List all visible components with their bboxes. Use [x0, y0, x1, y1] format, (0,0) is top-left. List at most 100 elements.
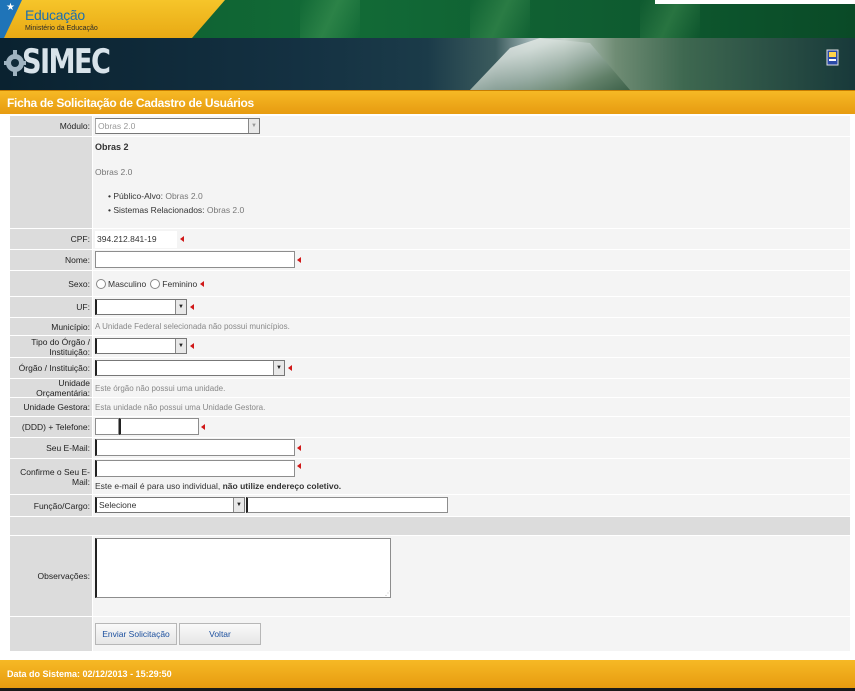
publico-alvo-item: • Público-Alvo: Obras 2.0 — [108, 191, 203, 201]
header-landscape — [470, 38, 630, 90]
observacoes-textarea[interactable] — [95, 538, 391, 598]
email-note: Este e-mail é para uso individual, não u… — [95, 481, 341, 491]
star-icon: ★ — [6, 2, 15, 13]
modulo-row: Módulo: Obras 2.0 ▼ — [10, 116, 850, 136]
cpf-cell: 394.212.841-19 — [93, 229, 850, 249]
required-icon — [180, 236, 184, 242]
confirm-email-input[interactable] — [95, 460, 295, 477]
tipo-orgao-cell: ▼ — [93, 336, 850, 357]
telefone-input[interactable] — [119, 418, 199, 435]
unidade-orcamentaria-cell: Este órgão não possui uma unidade. — [93, 379, 850, 397]
funcao-row: Função/Cargo: Selecione ▼ — [10, 495, 850, 516]
back-button[interactable]: Voltar — [179, 623, 261, 645]
telefone-row: (DDD) + Telefone: — [10, 417, 850, 437]
modulo-label: Módulo: — [10, 116, 92, 136]
required-icon — [297, 463, 301, 469]
email-note-bold: não utilize endereço coletivo. — [222, 481, 342, 491]
sexo-cell: Masculino Feminino — [93, 271, 850, 296]
municipio-cell: A Unidade Federal selecionada não possui… — [93, 318, 850, 335]
modulo-info-cell: Obras 2 Obras 2.0 • Público-Alvo: Obras … — [93, 137, 850, 228]
confirm-email-cell: Este e-mail é para uso individual, não u… — [93, 459, 850, 494]
uf-select[interactable]: ▼ — [95, 299, 187, 315]
modulo-value-cell: Obras 2.0 ▼ — [93, 116, 850, 136]
publico-alvo-value: Obras 2.0 — [165, 191, 203, 201]
resize-handle-icon[interactable]: ⋰ — [385, 590, 391, 597]
modulo-info-description: Obras 2.0 — [95, 167, 133, 177]
nome-cell — [93, 250, 850, 270]
chevron-down-icon: ▼ — [175, 339, 186, 353]
banner-decoration — [640, 0, 700, 38]
submit-button[interactable]: Enviar Solicitação — [95, 623, 177, 645]
banner-decoration — [470, 0, 530, 38]
sistemas-label: Sistemas Relacionados: — [113, 205, 205, 215]
orgao-row: Órgão / Instituição: ▼ — [10, 358, 850, 378]
banner-decoration — [300, 0, 360, 38]
email-cell — [93, 438, 850, 458]
funcao-select[interactable]: Selecione ▼ — [95, 497, 245, 513]
required-icon — [297, 257, 301, 263]
cpf-row: CPF: 394.212.841-19 — [10, 229, 850, 249]
buttons-label — [10, 617, 92, 651]
sexo-label: Sexo: — [10, 271, 92, 296]
orgao-label: Órgão / Instituição: — [10, 358, 92, 378]
buttons-cell: Enviar Solicitação Voltar — [93, 617, 850, 651]
sistemas-value: Obras 2.0 — [206, 205, 245, 215]
unidade-gestora-label: Unidade Gestora: — [10, 398, 92, 416]
unidade-orcamentaria-row: Unidade Orçamentária: Este órgão não pos… — [10, 378, 850, 398]
unidade-orcamentaria-message: Este órgão não possui uma unidade. — [95, 383, 226, 393]
top-banner: ★ Educação Ministério da Educação — [0, 0, 855, 38]
required-icon — [297, 445, 301, 451]
email-note-text: Este e-mail é para uso individual, — [95, 481, 221, 491]
unidade-gestora-row: Unidade Gestora: Esta unidade não possui… — [10, 398, 850, 416]
publico-alvo-label: Público-Alvo: — [113, 191, 163, 201]
nome-label: Nome: — [10, 250, 92, 270]
modulo-select[interactable]: Obras 2.0 ▼ — [95, 118, 260, 134]
sistemas-item: • Sistemas Relacionados: Obras 2.0 — [108, 205, 244, 215]
chevron-down-icon: ▼ — [233, 498, 244, 512]
buttons-row: Enviar Solicitação Voltar — [10, 617, 850, 651]
unidade-gestora-cell: Esta unidade não possui uma Unidade Gest… — [93, 398, 850, 416]
bullet-icon: • — [108, 205, 111, 215]
cpf-label: CPF: — [10, 229, 92, 249]
municipio-label: Município: — [10, 318, 92, 335]
footer-bar: Data do Sistema: 02/12/2013 - 15:29:50 — [0, 660, 855, 688]
required-icon — [200, 280, 205, 287]
tipo-orgao-label: Tipo do Órgão / Instituição: — [10, 336, 92, 357]
funcao-other-input[interactable] — [246, 497, 448, 513]
tipo-orgao-row: Tipo do Órgão / Instituição: ▼ — [10, 336, 850, 357]
telefone-cell — [93, 417, 850, 437]
municipio-row: Município: A Unidade Federal selecionada… — [10, 318, 850, 335]
required-icon — [288, 365, 292, 371]
funcao-selected: Selecione — [99, 500, 137, 510]
orgao-select[interactable]: ▼ — [95, 360, 285, 376]
cpf-input[interactable]: 394.212.841-19 — [95, 230, 177, 248]
system-logo: SIMEC — [22, 42, 111, 82]
ministry-title: Educação — [25, 7, 85, 23]
nome-input[interactable] — [95, 251, 295, 268]
observacoes-label: Observações: — [10, 536, 92, 616]
help-icon[interactable] — [826, 48, 840, 68]
confirm-email-row: Confirme o Seu E-Mail: Este e-mail é par… — [10, 459, 850, 494]
modulo-info-heading: Obras 2 — [95, 142, 129, 152]
radio-feminino[interactable] — [150, 278, 161, 289]
observacoes-row: Observações: ⋰ — [10, 536, 850, 616]
email-label: Seu E-Mail: — [10, 438, 92, 458]
nome-row: Nome: — [10, 250, 850, 270]
required-icon — [201, 424, 205, 430]
uf-label: UF: — [10, 297, 92, 317]
confirm-email-label: Confirme o Seu E-Mail: — [10, 459, 92, 494]
modulo-info-label — [10, 137, 92, 228]
radio-masculino[interactable] — [96, 278, 106, 289]
uf-cell: ▼ — [93, 297, 850, 317]
bullet-icon: • — [108, 191, 111, 201]
modulo-selected: Obras 2.0 — [98, 121, 136, 131]
banner-top-edge — [655, 0, 855, 4]
masculino-label: Masculino — [108, 278, 147, 289]
ddd-input[interactable] — [95, 418, 119, 435]
modulo-info-row: Obras 2 Obras 2.0 • Público-Alvo: Obras … — [10, 137, 850, 228]
email-input[interactable] — [95, 439, 295, 456]
chevron-down-icon: ▼ — [273, 361, 284, 375]
observacoes-cell: ⋰ — [93, 536, 850, 616]
tipo-orgao-select[interactable]: ▼ — [95, 338, 187, 354]
funcao-label: Função/Cargo: — [10, 495, 92, 516]
